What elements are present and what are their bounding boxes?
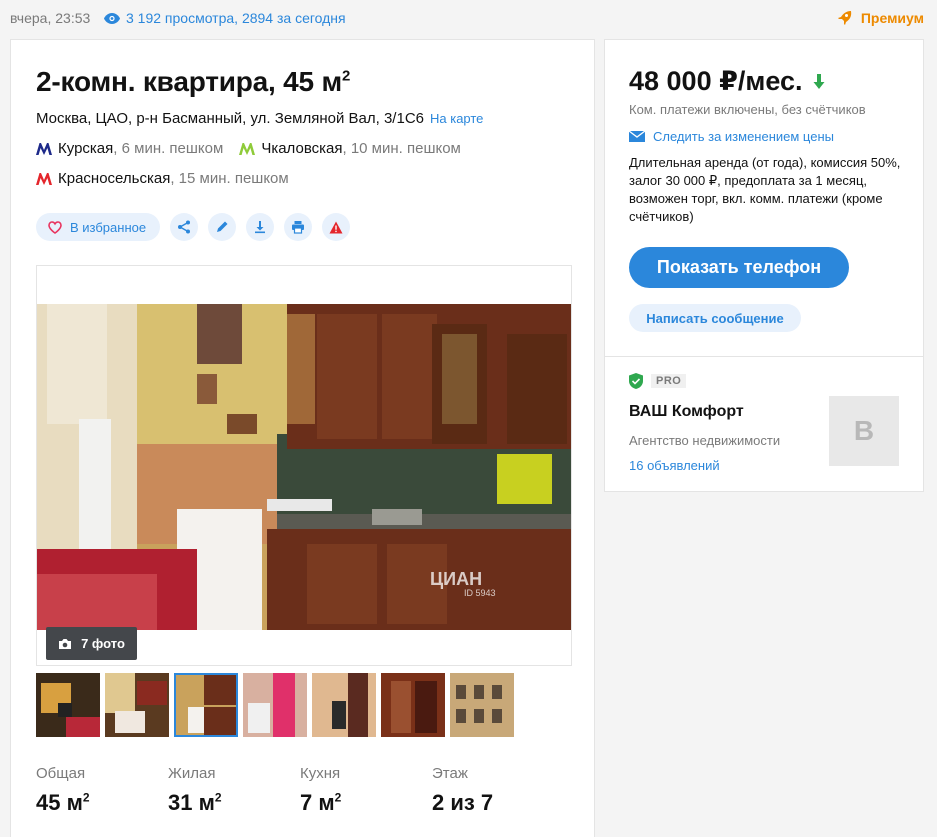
metro-icon	[239, 142, 256, 155]
spec-value: 7 м2	[300, 790, 342, 815]
rental-terms: Длительная аренда (от года), комиссия 50…	[629, 155, 901, 224]
follow-price-link[interactable]: Следить за изменением цены	[629, 129, 834, 144]
metro-row-2: Красносельская, 15 мин. пешком	[36, 170, 289, 187]
pro-row: PRO	[629, 373, 687, 389]
spec-value: 31 м2	[168, 790, 222, 815]
views-counter[interactable]: 3 192 просмотра, 2894 за сегодня	[104, 10, 346, 26]
map-link[interactable]: На карте	[430, 111, 483, 126]
watermark-id: ID 5943	[464, 588, 496, 598]
thumbnail[interactable]	[105, 673, 169, 737]
printer-icon	[292, 221, 305, 234]
spec-label: Этаж	[432, 765, 468, 782]
specs: Общая 45 м2 Жилая 31 м2 Кухня 7 м2 Этаж …	[36, 765, 564, 816]
thumbnail-strip	[36, 673, 514, 737]
premium-badge[interactable]: Премиум	[836, 10, 924, 26]
spec-label: Кухня	[300, 765, 341, 782]
price: 48 000 ₽/мес.	[629, 66, 825, 97]
metro-distance: , 6 мин. пешком	[113, 140, 224, 157]
edit-button[interactable]	[208, 213, 237, 241]
metro-station[interactable]: Красносельская	[58, 170, 170, 187]
address-text[interactable]: Москва, ЦАО, р-н Басманный, ул. Земляной…	[36, 110, 424, 127]
thumbnail[interactable]	[243, 673, 307, 737]
pro-badge: PRO	[651, 374, 687, 388]
camera-icon	[59, 638, 72, 649]
metro-icon	[36, 172, 52, 185]
action-bar: В избранное	[36, 213, 351, 241]
spec-value: 2 из 7	[432, 790, 494, 815]
watermark: ЦИАН ID 5943	[430, 569, 496, 598]
publish-date: вчера, 23:53	[10, 10, 91, 26]
views-text[interactable]: 3 192 просмотра, 2894 за сегодня	[126, 10, 346, 26]
spec-kitchen-area: Кухня 7 м2	[300, 765, 432, 816]
agency-ads-link[interactable]: 16 объявлений	[629, 458, 720, 473]
thumbnail[interactable]	[450, 673, 514, 737]
photo-count-label[interactable]: 7 фото	[81, 636, 125, 651]
avatar[interactable]: В	[829, 396, 899, 466]
agency-type: Агентство недвижимости	[629, 433, 781, 448]
send-message-button[interactable]: Написать сообщение	[629, 304, 801, 332]
share-icon	[178, 220, 191, 234]
agency-name[interactable]: ВАШ Комфорт	[629, 403, 744, 421]
eye-icon	[104, 12, 120, 24]
price-value: 48 000 ₽/мес.	[629, 66, 803, 96]
spec-living-area: Жилая 31 м2	[168, 765, 300, 816]
spec-label: Жилая	[168, 765, 216, 782]
metro-chkalovskaya	[239, 142, 256, 155]
heart-icon	[48, 220, 62, 234]
warning-icon	[329, 221, 343, 233]
follow-label[interactable]: Следить за изменением цены	[653, 129, 834, 144]
metro-krasnoselskaya	[36, 172, 52, 185]
report-button[interactable]	[322, 213, 351, 241]
thumbnail[interactable]	[36, 673, 100, 737]
title-superscript: 2	[342, 67, 351, 85]
price-card: 48 000 ₽/мес. Ком. платежи включены, без…	[604, 39, 924, 492]
listing-title-text: 2-комн. квартира, 45 м	[36, 66, 343, 97]
photo-count-badge[interactable]: 7 фото	[46, 627, 137, 660]
envelope-icon	[629, 131, 645, 142]
spec-floor: Этаж 2 из 7	[432, 765, 564, 816]
verified-shield-icon	[629, 373, 643, 389]
divider	[605, 356, 923, 357]
metro-station[interactable]: Чкаловская	[261, 140, 342, 157]
spec-value: 45 м2	[36, 790, 90, 815]
download-button[interactable]	[246, 213, 275, 241]
metro-distance: , 15 мин. пешком	[170, 170, 289, 187]
print-button[interactable]	[284, 213, 313, 241]
metro-icon	[36, 142, 52, 155]
main-photo[interactable]: ЦИАН ID 5943	[37, 304, 571, 630]
spec-label: Общая	[36, 765, 86, 782]
listing-card: 2-комн. квартира, 45 м2 Москва, ЦАО, р-н…	[10, 39, 595, 837]
share-button[interactable]	[170, 213, 199, 241]
metro-distance: , 10 мин. пешком	[342, 140, 461, 157]
thumbnail[interactable]	[174, 673, 238, 737]
rocket-icon	[837, 11, 852, 25]
favorite-label[interactable]: В избранное	[70, 220, 146, 235]
favorite-button[interactable]: В избранное	[36, 213, 161, 241]
listing-title: 2-комн. квартира, 45 м2	[36, 66, 350, 98]
metro-kurskaya	[36, 142, 52, 155]
show-phone-button[interactable]: Показать телефон	[629, 247, 849, 288]
address: Москва, ЦАО, р-н Басманный, ул. Земляной…	[36, 110, 483, 127]
thumbnail[interactable]	[312, 673, 376, 737]
photo-gallery: ЦИАН ID 5943 7 фото	[36, 265, 572, 666]
pencil-icon	[217, 221, 228, 232]
download-icon	[255, 221, 266, 234]
metro-row-1: Курская, 6 мин. пешком Чкаловская, 10 ми…	[36, 140, 461, 157]
top-bar: вчера, 23:53 3 192 просмотра, 2894 за се…	[0, 0, 937, 36]
premium-label[interactable]: Премиум	[861, 10, 924, 26]
arrow-down-icon	[813, 74, 825, 89]
thumbnail[interactable]	[381, 673, 445, 737]
watermark-text: ЦИАН	[430, 569, 483, 589]
metro-station[interactable]: Курская	[58, 140, 113, 157]
price-note: Ком. платежи включены, без счётчиков	[629, 102, 866, 117]
spec-total-area: Общая 45 м2	[36, 765, 168, 816]
